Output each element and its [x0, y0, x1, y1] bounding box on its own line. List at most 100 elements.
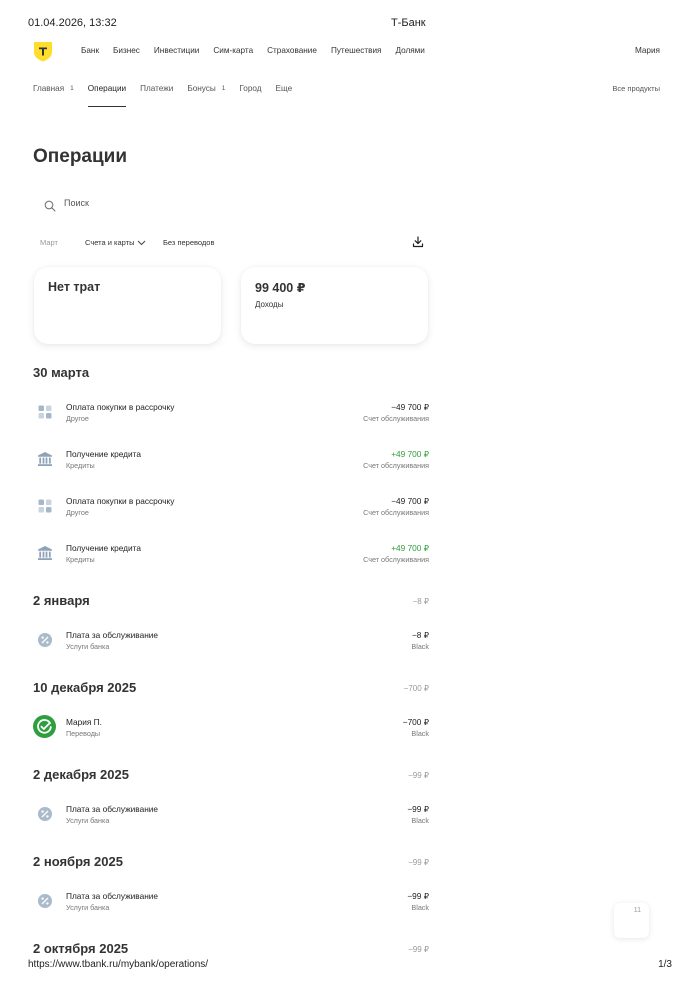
operation-account: Счет обслуживания — [363, 414, 429, 423]
day-date: 2 декабря 2025 — [33, 767, 129, 782]
filter-month[interactable]: Март — [40, 238, 58, 247]
day-total: −99 ₽ — [408, 945, 429, 954]
operation-row[interactable]: Плата за обслуживание Услуги банка −8 ₽ Bla… — [33, 628, 429, 675]
operation-category: Другое — [66, 508, 89, 517]
operation-title: Плата за обслуживание — [66, 804, 159, 814]
operations-list: 30 марта Оплата покупки в рассрочку Другое… — [33, 360, 429, 976]
operation-title: Мария П. — [66, 717, 102, 727]
day-header: 10 декабря 2025 −700 ₽ — [33, 675, 429, 705]
print-header: 01.04.2026, 13:32 Т-Банк — [28, 17, 672, 31]
operation-row[interactable]: Получение кредита Кредиты +49 700 ₽ Счет об… — [33, 541, 429, 588]
filters-row: Март Счета и карты Без переводов — [33, 236, 429, 250]
top-navigation: Банк Бизнес Инвестиции Сим-карта Страхование… — [33, 41, 660, 63]
search-bar — [33, 193, 429, 219]
day-date: 30 марта — [33, 365, 90, 380]
operation-amount: −99 ₽ — [407, 804, 429, 814]
operation-category: Услуги банка — [66, 903, 110, 912]
subnav-tab-label: Операции — [87, 84, 127, 93]
operation-row[interactable]: Оплата покупки в рассрочку Другое −49 700 … — [33, 494, 429, 541]
subnav-tab-label: Главная — [33, 84, 65, 93]
print-datetime: 01.04.2026, 13:32 — [28, 17, 117, 29]
subnav-tab[interactable]: Операции — [87, 84, 127, 107]
operation-title: Получение кредита — [66, 543, 141, 553]
day-total: −8 ₽ — [412, 597, 429, 606]
operation-row[interactable]: Плата за обслуживание Услуги банка −99 ₽ Bl… — [33, 889, 429, 936]
subnav-tab[interactable]: Платежи — [140, 84, 173, 107]
income-label: Доходы — [255, 300, 284, 309]
print-url: https://www.tbank.ru/mybank/operations/ — [28, 959, 209, 970]
subnav-tab[interactable]: Еще — [276, 84, 293, 107]
operation-account: Счет обслуживания — [363, 555, 429, 564]
operation-title: Плата за обслуживание — [66, 630, 159, 640]
operation-row[interactable]: Плата за обслуживание Услуги банка −99 ₽ Bl… — [33, 802, 429, 849]
grid-icon — [38, 405, 52, 419]
topnav-item[interactable]: Бизнес — [113, 46, 140, 55]
spend-title: Нет трат — [48, 280, 101, 294]
operation-amount: +49 700 ₽ — [391, 543, 429, 553]
page-title: Операции — [33, 146, 128, 167]
day-header: 30 марта — [33, 360, 429, 390]
operation-account: Black — [411, 816, 429, 825]
print-title: Т-Банк — [391, 17, 426, 29]
grid-icon — [38, 499, 52, 513]
subnav-tab[interactable]: Город — [239, 84, 261, 107]
filter-transfers[interactable]: Без переводов — [163, 238, 214, 247]
subnav-tab[interactable]: Главная 1 — [33, 84, 74, 107]
search-input[interactable] — [64, 198, 364, 208]
percent-icon — [38, 807, 52, 821]
operation-category: Услуги банка — [66, 642, 110, 651]
topnav-item[interactable]: Инвестиции — [154, 46, 199, 55]
operation-account: Счет обслуживания — [363, 508, 429, 517]
day-header: 2 декабря 2025 −99 ₽ — [33, 762, 429, 792]
subnav-tabs: Главная 1 Операции Платежи Бонусы 1 Город Еще — [33, 84, 306, 107]
operation-category: Переводы — [66, 729, 101, 738]
spend-summary-card[interactable]: Нет трат — [34, 267, 221, 344]
operation-title: Оплата покупки в рассрочку — [66, 496, 175, 506]
tbank-logo-icon[interactable] — [33, 41, 53, 62]
day-date: 10 декабря 2025 — [33, 680, 137, 695]
filter-accounts-dropdown[interactable]: Счета и карты — [85, 238, 146, 247]
user-menu[interactable]: Мария — [635, 46, 660, 55]
day-total: −99 ₽ — [408, 771, 429, 780]
operation-title: Оплата покупки в рассрочку — [66, 402, 175, 412]
operation-account: Black — [411, 642, 429, 651]
operation-row[interactable]: Оплата покупки в рассрочку Другое −49 700 … — [33, 400, 429, 447]
topnav-item[interactable]: Путешествия — [331, 46, 382, 55]
subnav-tab[interactable]: Бонусы 1 — [187, 84, 225, 107]
all-products-link[interactable]: Все продукты — [612, 84, 660, 93]
subnav-tab-count: 1 — [70, 85, 74, 92]
topnav-item[interactable]: Сим-карта — [213, 46, 253, 55]
day-date: 2 января — [33, 593, 90, 608]
day-total: −99 ₽ — [408, 858, 429, 867]
chevron-down-icon — [137, 240, 145, 246]
subnav-tab-label: Еще — [275, 84, 293, 93]
operation-account: Счет обслуживания — [363, 461, 429, 470]
transfer-check-icon — [33, 715, 56, 738]
operation-title: Плата за обслуживание — [66, 891, 159, 901]
topnav-item[interactable]: Долями — [395, 46, 424, 55]
print-page-number: 1/3 — [658, 959, 672, 970]
operation-category: Кредиты — [66, 461, 95, 470]
topnav-item[interactable]: Страхование — [267, 46, 317, 55]
operation-row[interactable]: Мария П. Переводы −700 ₽ Black — [33, 715, 429, 762]
operation-amount: −8 ₽ — [411, 630, 429, 640]
operation-account: Black — [411, 729, 429, 738]
topnav-item[interactable]: Банк — [81, 46, 99, 55]
income-summary-card[interactable]: 99 400 ₽ Доходы — [241, 267, 428, 344]
operation-amount: −700 ₽ — [402, 717, 429, 727]
search-icon — [44, 200, 56, 212]
download-icon[interactable] — [412, 236, 424, 248]
operation-amount: −49 700 ₽ — [391, 496, 429, 506]
operation-category: Другое — [66, 414, 89, 423]
day-date: 2 октября 2025 — [33, 941, 129, 956]
subnav-tab-label: Бонусы — [187, 84, 216, 93]
percent-icon — [38, 633, 52, 647]
chat-widget[interactable]: 11 — [614, 903, 649, 938]
bank-icon — [38, 546, 52, 560]
operation-account: Black — [411, 903, 429, 912]
bank-icon — [38, 452, 52, 466]
operation-title: Получение кредита — [66, 449, 141, 459]
percent-icon — [38, 894, 52, 908]
operation-row[interactable]: Получение кредита Кредиты +49 700 ₽ Счет об… — [33, 447, 429, 494]
operation-category: Услуги банка — [66, 816, 110, 825]
